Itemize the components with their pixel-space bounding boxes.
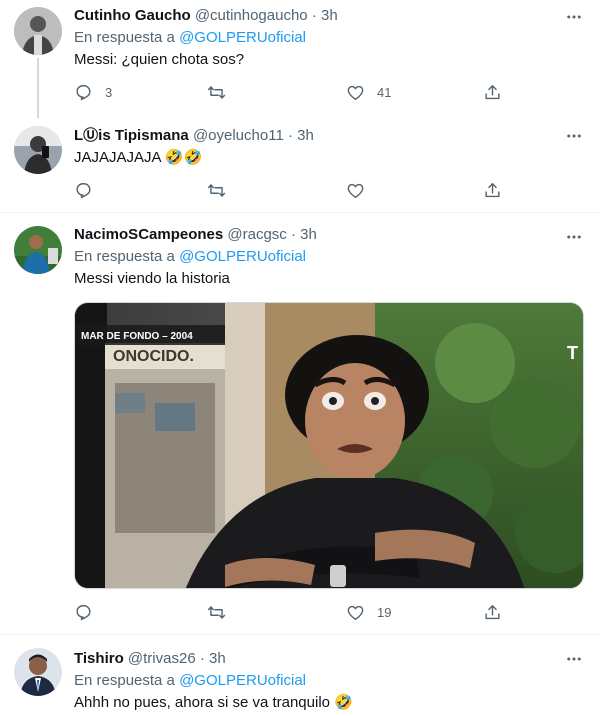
share-button[interactable] (483, 180, 502, 200)
reply-icon (76, 84, 91, 100)
tweet-text: JAJAJAJAJA 🤣🤣 (74, 149, 203, 166)
separator-dot: · (311, 7, 317, 24)
reply-button[interactable]: 3 (74, 82, 112, 102)
reply-icon (76, 604, 91, 620)
retweet-button[interactable] (207, 180, 238, 200)
share-button[interactable] (483, 602, 502, 622)
display-name[interactable]: NacimoSCampeones (74, 226, 223, 243)
action-bar: 3 41 (74, 82, 514, 102)
reply-button[interactable] (74, 180, 105, 200)
timestamp[interactable]: 3h (300, 226, 317, 243)
tweet-text: Messi: ¿quien chota sos? (74, 51, 245, 68)
media-banner-text: MAR DE FONDO – 2004 (81, 331, 193, 342)
tweet-header: NacimoSCampeones @racgsc · 3h (74, 225, 586, 245)
tweet-cutinho[interactable]: Cutinho Gaucho @cutinhogaucho · 3h En re… (0, 0, 600, 118)
action-bar: 19 (74, 602, 514, 622)
separator-dot: · (290, 226, 296, 243)
more-icon[interactable] (564, 227, 584, 247)
tweet-tipismana[interactable]: LⓊis Tipismana @oyelucho11 · 3h JAJAJAJA… (0, 118, 600, 212)
reply-prefix: En respuesta a (74, 248, 175, 265)
tweet-text: Messi viendo la historia (74, 270, 230, 287)
media-sign-text: ONOCIDO. (113, 348, 194, 365)
retweet-icon (207, 605, 226, 619)
share-button[interactable] (483, 82, 502, 102)
reply-button[interactable] (74, 602, 105, 622)
reply-context: En respuesta a @GOLPERUoficial (74, 28, 586, 48)
share-icon (485, 84, 500, 99)
like-count: 41 (377, 84, 392, 100)
avatar[interactable] (14, 126, 62, 174)
retweet-icon (207, 183, 226, 197)
timestamp[interactable]: 3h (297, 127, 314, 144)
like-icon (347, 85, 364, 100)
reply-prefix: En respuesta a (74, 29, 175, 46)
user-handle[interactable]: @cutinhogaucho (195, 7, 308, 24)
thread-line (37, 58, 39, 118)
separator-dot: · (199, 650, 205, 667)
share-icon (485, 182, 500, 197)
display-name[interactable]: Tishiro (74, 650, 124, 667)
display-name[interactable]: LⓊis Tipismana (74, 127, 189, 144)
like-count: 19 (377, 604, 392, 620)
user-handle[interactable]: @oyelucho11 (193, 127, 284, 144)
display-name[interactable]: Cutinho Gaucho (74, 7, 191, 24)
media-illustration: MAR DE FONDO – 2004 ONOCIDO. T (75, 303, 583, 588)
more-icon[interactable] (564, 649, 584, 669)
user-handle[interactable]: @racgsc (227, 226, 286, 243)
reply-prefix: En respuesta a (74, 672, 175, 689)
retweet-button[interactable] (207, 602, 238, 622)
mention-link[interactable]: @GOLPERUoficial (179, 29, 306, 46)
timestamp[interactable]: 3h (321, 7, 338, 24)
mention-link[interactable]: @GOLPERUoficial (179, 672, 306, 689)
reply-context: En respuesta a @GOLPERUoficial (74, 247, 586, 267)
like-icon (347, 605, 364, 620)
mention-link[interactable]: @GOLPERUoficial (179, 248, 306, 265)
like-button[interactable] (346, 180, 377, 200)
like-icon (347, 183, 364, 198)
avatar[interactable] (14, 7, 62, 55)
tweet-header: LⓊis Tipismana @oyelucho11 · 3h (74, 126, 586, 146)
avatar[interactable] (14, 226, 62, 274)
tweet-header: Tishiro @trivas26 · 3h (74, 649, 586, 669)
share-icon (485, 604, 500, 619)
tweet-media-image[interactable]: MAR DE FONDO – 2004 ONOCIDO. T (74, 302, 584, 589)
separator-dot: · (287, 127, 293, 144)
tweet-tishiro[interactable]: Tishiro @trivas26 · 3h En respuesta a @G… (0, 635, 600, 716)
retweet-icon (207, 85, 226, 99)
reply-context: En respuesta a @GOLPERUoficial (74, 671, 586, 691)
user-handle[interactable]: @trivas26 (128, 650, 196, 667)
media-channel-logo: T (567, 343, 578, 363)
like-button[interactable]: 19 (346, 602, 391, 622)
avatar[interactable] (14, 648, 62, 696)
tweet-text: Ahhh no pues, ahora si se va tranquilo 🤣 (74, 694, 353, 711)
action-bar (74, 180, 514, 200)
reply-icon (76, 182, 91, 198)
tweet-header: Cutinho Gaucho @cutinhogaucho · 3h (74, 6, 586, 26)
retweet-button[interactable] (207, 82, 238, 102)
more-icon[interactable] (564, 126, 584, 146)
timestamp[interactable]: 3h (209, 650, 226, 667)
like-button[interactable]: 41 (346, 82, 391, 102)
reply-count: 3 (105, 84, 113, 100)
more-icon[interactable] (564, 7, 584, 27)
